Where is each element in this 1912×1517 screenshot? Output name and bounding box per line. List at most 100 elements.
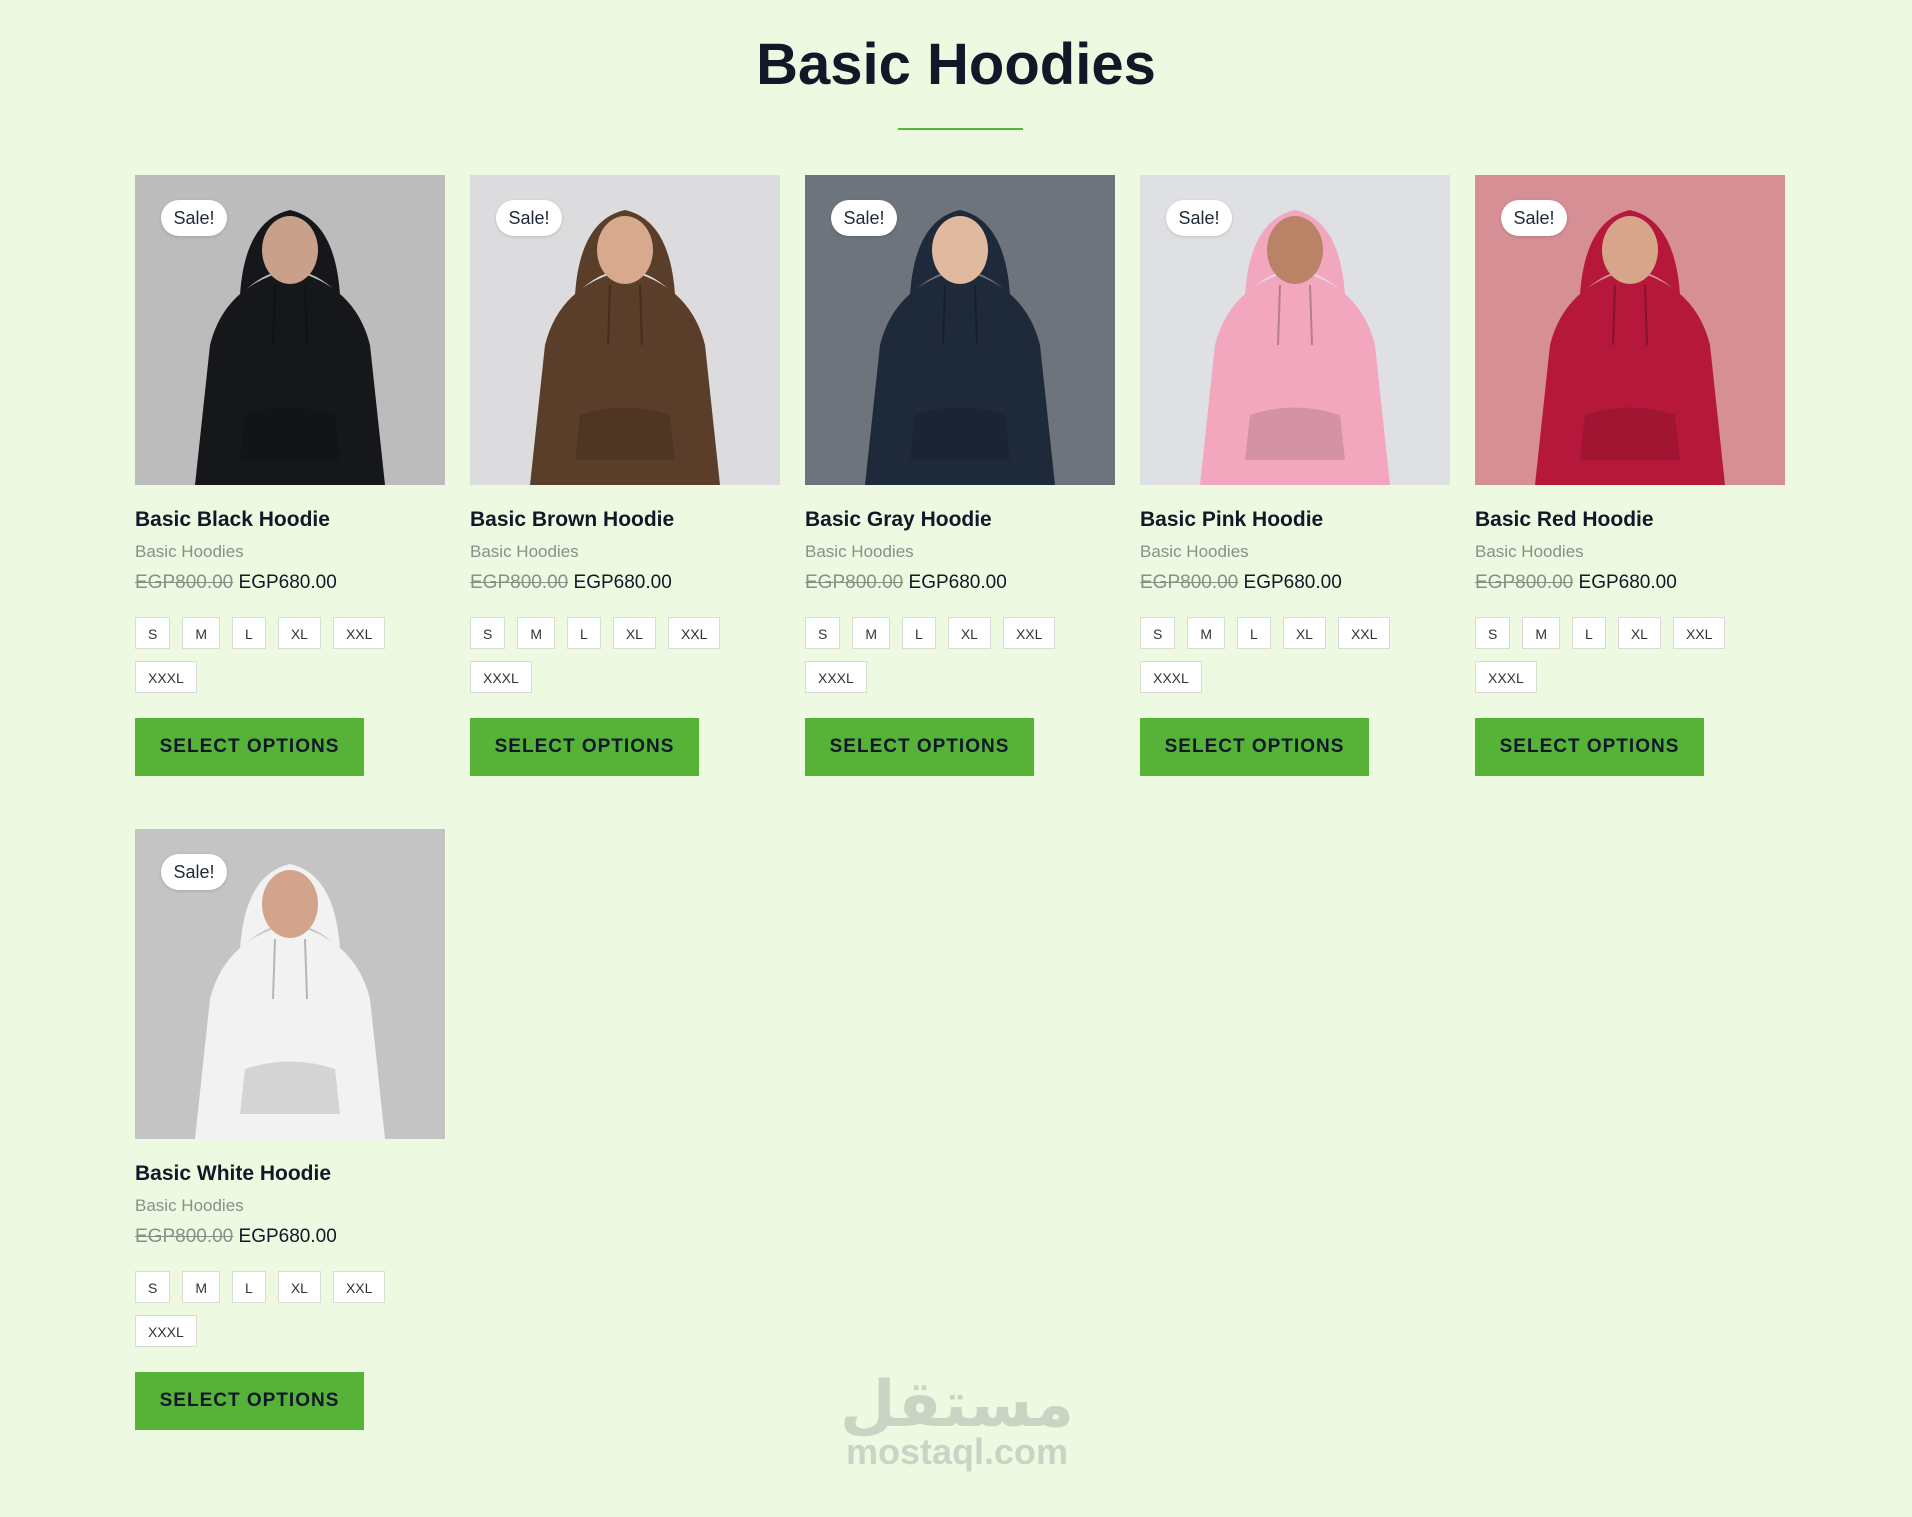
size-option-xxl[interactable]: XXL — [1002, 617, 1056, 649]
size-option-m[interactable]: M — [1522, 617, 1561, 649]
product-card: Sale! Basic Pink Hoodie Basic Hoodies EG… — [1140, 175, 1450, 776]
size-option-s[interactable]: S — [135, 1271, 171, 1303]
sale-price: EGP680.00 — [573, 572, 672, 593]
size-option-xxl[interactable]: XXL — [332, 1271, 386, 1303]
size-option-xxl[interactable]: XXL — [1672, 617, 1726, 649]
product-card: Sale! Basic Gray Hoodie Basic Hoodies EG… — [805, 175, 1115, 776]
product-name[interactable]: Basic Brown Hoodie — [470, 507, 780, 533]
product-image[interactable]: Sale! — [1475, 175, 1785, 485]
sale-price: EGP680.00 — [1578, 572, 1677, 593]
size-options: S M L XL XXL XXXL — [1140, 617, 1430, 693]
size-option-m[interactable]: M — [1187, 617, 1226, 649]
sale-badge: Sale! — [161, 854, 227, 890]
page-title: Basic Hoodies — [756, 32, 1156, 97]
old-price: EGP800.00 — [1475, 572, 1574, 593]
old-price: EGP800.00 — [1140, 572, 1239, 593]
select-options-button[interactable]: SELECT OPTIONS — [805, 718, 1034, 776]
old-price: EGP800.00 — [135, 1226, 234, 1247]
size-option-xl[interactable]: XL — [1282, 617, 1326, 649]
size-option-m[interactable]: M — [852, 617, 891, 649]
product-image[interactable]: Sale! — [470, 175, 780, 485]
size-option-m[interactable]: M — [182, 617, 221, 649]
size-option-xxl[interactable]: XXL — [1337, 617, 1391, 649]
size-option-s[interactable]: S — [1475, 617, 1511, 649]
product-price: EGP800.00 EGP680.00 — [470, 571, 780, 595]
product-card: Sale! Basic Brown Hoodie Basic Hoodies E… — [470, 175, 780, 776]
sale-badge: Sale! — [1501, 200, 1567, 236]
product-card: Sale! Basic Red Hoodie Basic Hoodies EGP… — [1475, 175, 1785, 776]
select-options-button[interactable]: SELECT OPTIONS — [1475, 718, 1704, 776]
select-options-button[interactable]: SELECT OPTIONS — [470, 718, 699, 776]
size-option-xxxl[interactable]: XXXL — [470, 661, 532, 693]
old-price: EGP800.00 — [470, 572, 569, 593]
size-option-s[interactable]: S — [135, 617, 171, 649]
size-option-l[interactable]: L — [232, 1271, 266, 1303]
size-option-xl[interactable]: XL — [277, 1271, 321, 1303]
size-option-l[interactable]: L — [1237, 617, 1271, 649]
watermark-text: mostaql.com — [845, 1431, 1069, 1472]
size-option-xl[interactable]: XL — [612, 617, 656, 649]
sale-price: EGP680.00 — [238, 572, 337, 593]
product-category[interactable]: Basic Hoodies — [470, 541, 780, 563]
product-name[interactable]: Basic Gray Hoodie — [805, 507, 1115, 533]
size-options: S M L XL XXL XXXL — [805, 617, 1095, 693]
select-options-button[interactable]: SELECT OPTIONS — [135, 1372, 364, 1430]
product-price: EGP800.00 EGP680.00 — [135, 571, 445, 595]
size-option-xxl[interactable]: XXL — [332, 617, 386, 649]
size-option-xxxl[interactable]: XXXL — [805, 661, 867, 693]
product-image[interactable]: Sale! — [1140, 175, 1450, 485]
size-option-xxxl[interactable]: XXXL — [135, 661, 197, 693]
size-options: S M L XL XXL XXXL — [135, 1271, 425, 1347]
size-option-l[interactable]: L — [567, 617, 601, 649]
size-option-xxxl[interactable]: XXXL — [135, 1315, 197, 1347]
sale-badge: Sale! — [496, 200, 562, 236]
select-options-button[interactable]: SELECT OPTIONS — [1140, 718, 1369, 776]
old-price: EGP800.00 — [805, 572, 904, 593]
product-image[interactable]: Sale! — [135, 175, 445, 485]
size-option-l[interactable]: L — [232, 617, 266, 649]
size-option-xxxl[interactable]: XXXL — [1140, 661, 1202, 693]
product-card: Sale! Basic White Hoodie Basic Hoodies E… — [135, 829, 445, 1430]
product-image[interactable]: Sale! — [805, 175, 1115, 485]
product-category[interactable]: Basic Hoodies — [1140, 541, 1450, 563]
product-name[interactable]: Basic Black Hoodie — [135, 507, 445, 533]
sale-price: EGP680.00 — [908, 572, 1007, 593]
select-options-button[interactable]: SELECT OPTIONS — [135, 718, 364, 776]
product-price: EGP800.00 EGP680.00 — [135, 1225, 445, 1249]
product-price: EGP800.00 EGP680.00 — [1140, 571, 1450, 595]
size-options: S M L XL XXL XXXL — [470, 617, 760, 693]
watermark: مستقل mostaql.com — [832, 1370, 1082, 1470]
product-category[interactable]: Basic Hoodies — [135, 1195, 445, 1217]
old-price: EGP800.00 — [135, 572, 234, 593]
product-name[interactable]: Basic Red Hoodie — [1475, 507, 1785, 533]
size-option-s[interactable]: S — [805, 617, 841, 649]
product-category[interactable]: Basic Hoodies — [135, 541, 445, 563]
size-option-l[interactable]: L — [902, 617, 936, 649]
size-option-xl[interactable]: XL — [277, 617, 321, 649]
product-name[interactable]: Basic White Hoodie — [135, 1161, 445, 1187]
product-category[interactable]: Basic Hoodies — [1475, 541, 1785, 563]
watermark-logo: مستقل — [839, 1368, 1075, 1442]
product-image[interactable]: Sale! — [135, 829, 445, 1139]
size-options: S M L XL XXL XXXL — [135, 617, 425, 693]
sale-price: EGP680.00 — [238, 1226, 337, 1247]
product-card: Sale! Basic Black Hoodie Basic Hoodies E… — [135, 175, 445, 776]
product-price: EGP800.00 EGP680.00 — [805, 571, 1115, 595]
size-option-xxl[interactable]: XXL — [667, 617, 721, 649]
title-underline — [898, 128, 1023, 130]
size-option-l[interactable]: L — [1572, 617, 1606, 649]
product-category[interactable]: Basic Hoodies — [805, 541, 1115, 563]
product-name[interactable]: Basic Pink Hoodie — [1140, 507, 1450, 533]
size-option-s[interactable]: S — [470, 617, 506, 649]
size-option-xl[interactable]: XL — [947, 617, 991, 649]
sale-price: EGP680.00 — [1243, 572, 1342, 593]
size-option-m[interactable]: M — [182, 1271, 221, 1303]
product-price: EGP800.00 EGP680.00 — [1475, 571, 1785, 595]
size-options: S M L XL XXL XXXL — [1475, 617, 1765, 693]
sale-badge: Sale! — [1166, 200, 1232, 236]
size-option-xxxl[interactable]: XXXL — [1475, 661, 1537, 693]
size-option-s[interactable]: S — [1140, 617, 1176, 649]
sale-badge: Sale! — [161, 200, 227, 236]
size-option-xl[interactable]: XL — [1617, 617, 1661, 649]
size-option-m[interactable]: M — [517, 617, 556, 649]
